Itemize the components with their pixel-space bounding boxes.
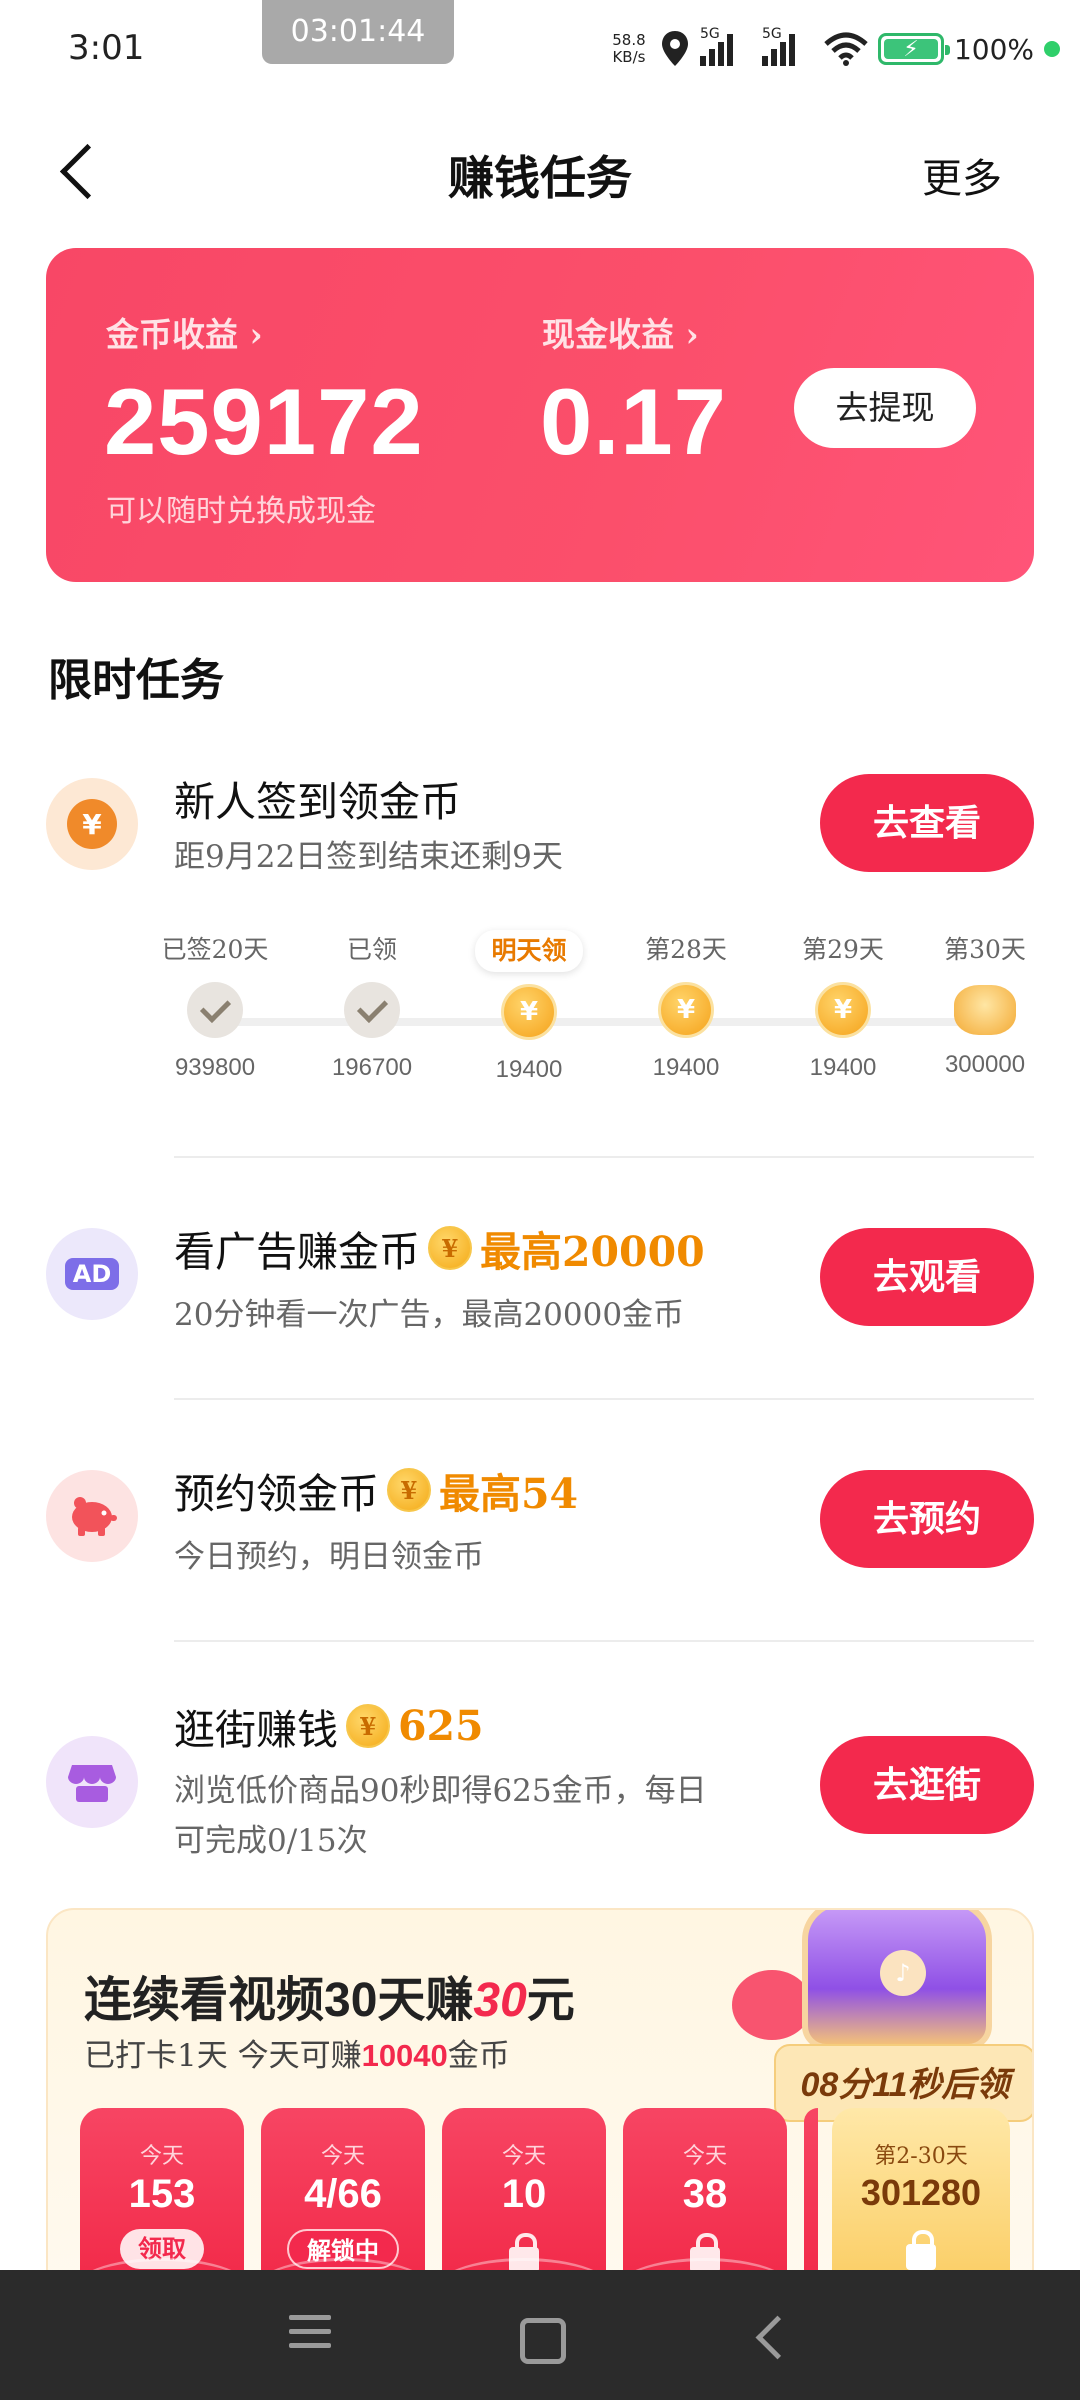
reward-amount: 最高54: [439, 1470, 579, 1518]
page-header: 赚钱任务 更多: [0, 110, 1080, 240]
promo-title: 连续看视频30天赚30元: [84, 1974, 575, 2027]
coin-icon: ¥: [428, 1226, 472, 1270]
coin-earnings-value: 259172: [104, 369, 424, 474]
signal-icon: 5G: [761, 26, 814, 66]
checkin-day-tomorrow[interactable]: 明天领 ¥ 19400: [464, 930, 594, 1084]
back-icon[interactable]: [740, 2306, 800, 2366]
privacy-indicator-dot: [1044, 41, 1060, 57]
task-title: 逛街赚钱 ¥ 625: [174, 1702, 484, 1754]
status-icons: 58.8 KB/s 5G 5G ⚡ 100%: [608, 24, 1060, 74]
checkin-day: 已领 196700: [331, 935, 413, 1081]
section-title: 限时任务: [48, 655, 224, 706]
ad-icon: AD: [46, 1228, 138, 1320]
status-time: 3:01: [68, 28, 145, 68]
task-description: 距9月22日签到结束还剩9天: [174, 839, 563, 875]
divider: [174, 1398, 1034, 1400]
network-speed: 58.8 KB/s: [608, 32, 650, 66]
piggy-bank-icon: [46, 1470, 138, 1562]
coin-icon: ¥: [346, 1704, 390, 1748]
checkin-day: 第29天 ¥ 19400: [802, 935, 884, 1081]
coin-icon: ¥: [387, 1468, 431, 1512]
checkmark-icon: [187, 982, 243, 1038]
view-checkin-button[interactable]: 去查看: [820, 774, 1034, 872]
tomorrow-badge: 明天领: [475, 930, 583, 972]
reward-amount: 625: [398, 1702, 484, 1750]
coin-earnings-link[interactable]: 金币收益 ›: [106, 308, 263, 356]
watch-ad-button[interactable]: 去观看: [820, 1228, 1034, 1326]
checkin-timeline: 已签20天 939800 已领 196700 明天领 ¥ 19400 第28天 …: [150, 930, 1050, 1100]
go-shopping-button[interactable]: 去逛街: [820, 1736, 1034, 1834]
task-title: 看广告赚金币 ¥ 最高20000: [174, 1218, 705, 1278]
battery-charging-icon: ⚡: [877, 33, 950, 65]
location-icon: [661, 31, 688, 66]
signal-icon: 5G: [699, 26, 752, 66]
coin-icon: ¥: [658, 982, 714, 1038]
task-description: 20分钟看一次广告，最高20000金币: [174, 1297, 685, 1333]
coin-icon: ¥: [501, 984, 557, 1040]
menu-icon[interactable]: [280, 2306, 340, 2366]
exchange-hint: 可以随时兑换成现金: [106, 494, 376, 529]
status-bar: 3:01 03:01:44 58.8 KB/s 5G 5G ⚡ 100%: [0, 0, 1080, 96]
earnings-card: 金币收益 › 259172 现金收益 › 0.17 可以随时兑换成现金 去提现: [46, 248, 1034, 582]
divider: [174, 1156, 1034, 1158]
coin-icon: ¥: [815, 982, 871, 1038]
task-description: 今日预约，明日领金币: [174, 1539, 484, 1575]
withdraw-button[interactable]: 去提现: [794, 368, 976, 448]
battery-percent: 100%: [953, 32, 1034, 66]
checkin-day: 已签20天 939800: [161, 935, 269, 1081]
wifi-icon: [824, 32, 868, 66]
promo-subtitle: 已打卡1天 今天可赚10040金币: [84, 2038, 510, 2074]
home-icon[interactable]: [510, 2306, 570, 2366]
coin-pile-icon: [954, 985, 1016, 1035]
treasure-chest-icon[interactable]: ♪: [802, 1910, 992, 2050]
checkmark-icon: [344, 982, 400, 1038]
task-title: 预约领金币 ¥ 最高54: [174, 1460, 578, 1520]
more-button[interactable]: 更多: [922, 146, 1002, 204]
lock-icon: [906, 2230, 936, 2270]
network-speed-unit: KB/s: [612, 48, 646, 66]
coin-icon: ¥: [46, 778, 138, 870]
task-title: 新人签到领金币: [174, 778, 461, 826]
network-speed-value: 58.8: [612, 31, 646, 49]
divider: [174, 1640, 1034, 1642]
page-title: 赚钱任务: [448, 151, 632, 205]
reserve-button[interactable]: 去预约: [820, 1470, 1034, 1568]
reward-amount: 最高20000: [480, 1228, 705, 1276]
shop-icon: [46, 1736, 138, 1828]
screen-recording-timer[interactable]: 03:01:44: [262, 0, 454, 64]
cash-earnings-value: 0.17: [540, 369, 727, 474]
signal-label: 5G: [761, 26, 782, 42]
checkin-day: 第30天 300000: [944, 935, 1026, 1078]
checkin-day: 第28天 ¥ 19400: [645, 935, 727, 1081]
signal-label: 5G: [699, 26, 720, 42]
decoration: [732, 1970, 812, 2040]
task-description: 浏览低价商品90秒即得625金币，每日 可完成0/15次: [174, 1773, 707, 1859]
system-navigation-bar: [0, 2270, 1080, 2400]
cash-earnings-link[interactable]: 现金收益 ›: [542, 308, 699, 356]
music-note-icon: ♪: [880, 1950, 926, 1996]
